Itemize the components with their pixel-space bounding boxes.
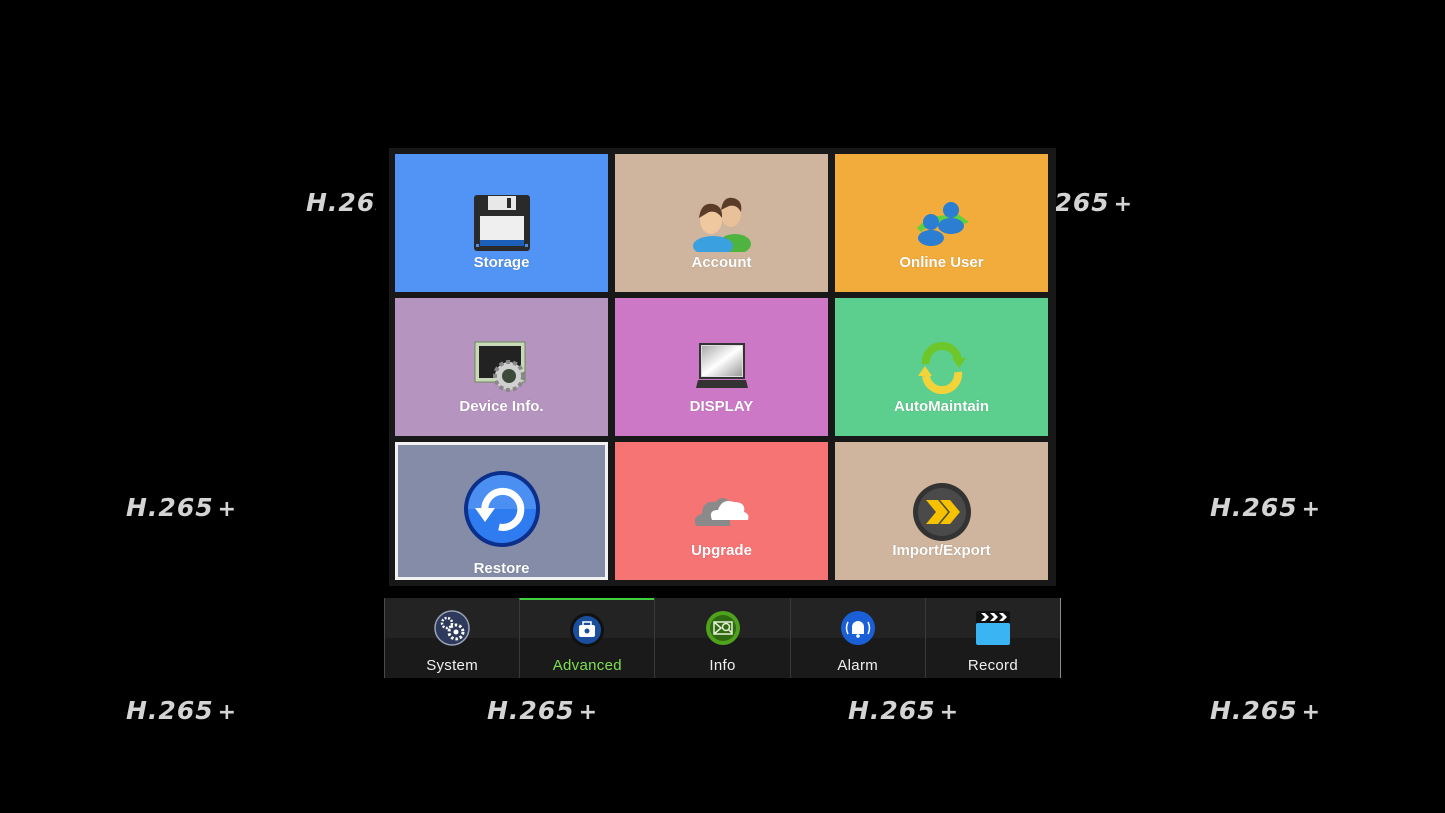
tile-import-export[interactable]: Import/Export bbox=[835, 442, 1048, 580]
tile-online-user[interactable]: Online User bbox=[835, 154, 1048, 292]
tab-label: Record bbox=[967, 657, 1018, 674]
tab-label: Alarm bbox=[837, 657, 879, 674]
tab-label: Info bbox=[709, 657, 736, 674]
tab-advanced[interactable]: Advanced bbox=[519, 598, 655, 678]
tab-label: Advanced bbox=[552, 657, 622, 674]
advanced-menu-panel: Storage Account Online User Device Info.… bbox=[389, 148, 1056, 586]
clapperboard-icon bbox=[975, 611, 1010, 645]
device-settings-icon bbox=[474, 341, 525, 392]
fast-forward-icon bbox=[912, 483, 971, 541]
tile-device-info[interactable]: Device Info. bbox=[395, 298, 608, 436]
tab-label: System bbox=[426, 657, 478, 674]
restore-icon bbox=[463, 471, 540, 547]
tile-label: DISPLAY bbox=[689, 398, 754, 415]
watermark: H.265+ bbox=[126, 696, 238, 725]
toolbox-icon bbox=[570, 613, 605, 647]
watermark: H.265+ bbox=[1210, 493, 1322, 522]
tab-system[interactable]: System bbox=[384, 598, 519, 678]
tile-label: Restore bbox=[473, 560, 530, 577]
tile-label: Storage bbox=[473, 254, 530, 271]
tile-label: AutoMaintain bbox=[894, 398, 989, 415]
online-users-icon bbox=[916, 202, 969, 246]
tile-label: Import/Export bbox=[892, 542, 991, 559]
tile-label: Device Info. bbox=[459, 398, 544, 415]
tab-info[interactable]: Info bbox=[654, 598, 789, 678]
tile-upgrade[interactable]: Upgrade bbox=[615, 442, 828, 580]
tile-account[interactable]: Account bbox=[615, 154, 828, 292]
tab-record[interactable]: Record bbox=[924, 598, 1062, 678]
cloud-icon bbox=[694, 498, 748, 526]
watermark: H.265 bbox=[306, 188, 376, 217]
gears-icon bbox=[434, 610, 470, 646]
users-icon bbox=[692, 197, 751, 252]
floppy-disk-icon bbox=[473, 195, 530, 251]
info-search-icon bbox=[705, 611, 740, 645]
refresh-cycle-icon bbox=[917, 342, 966, 394]
watermark: H.265+ bbox=[487, 696, 599, 725]
bell-icon bbox=[840, 611, 875, 645]
bottom-tab-bar: System Advanced Info Alarm Record bbox=[384, 598, 1062, 678]
watermark: H.265+ bbox=[1056, 188, 1134, 217]
watermark: H.265+ bbox=[126, 493, 238, 522]
tile-label: Account bbox=[691, 254, 752, 271]
tile-automaintain[interactable]: AutoMaintain bbox=[835, 298, 1048, 436]
tile-display[interactable]: DISPLAY bbox=[615, 298, 828, 436]
tile-storage[interactable]: Storage bbox=[395, 154, 608, 292]
tile-label: Online User bbox=[899, 254, 984, 271]
tile-label: Upgrade bbox=[691, 542, 752, 559]
tile-restore[interactable]: Restore bbox=[395, 442, 608, 580]
laptop-icon bbox=[695, 343, 748, 388]
watermark: H.265+ bbox=[1210, 696, 1322, 725]
tab-alarm[interactable]: Alarm bbox=[789, 598, 925, 678]
watermark: H.265+ bbox=[848, 696, 960, 725]
